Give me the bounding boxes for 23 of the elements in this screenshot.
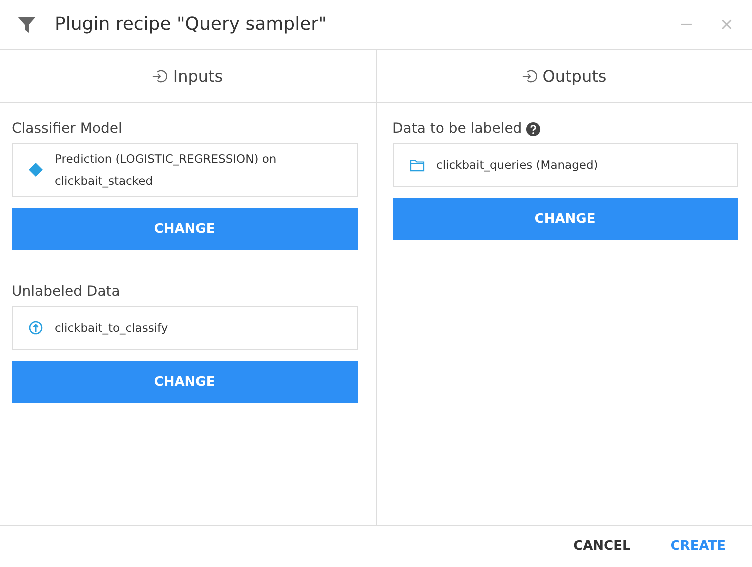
dataset-name: Prediction (LOGISTIC_REGRESSION) on clickbait_stacked [55,151,278,190]
folder-icon [410,158,424,172]
model-icon [29,163,43,177]
help-icon[interactable] [526,122,542,136]
role-label: Classifier Model [12,121,122,137]
minimize-button[interactable]: − [676,14,698,34]
cancel-button[interactable]: CANCEL [568,538,637,555]
dataset-name: clickbait_to_classify [55,320,168,337]
role-label: Unlabeled Data [12,284,120,300]
upload-icon [29,321,43,335]
change-button[interactable]: CHANGE [392,198,738,240]
window-title: Plugin recipe "Query sampler" [55,14,328,35]
column-heading: Inputs [173,66,224,86]
enter-icon [522,68,537,84]
change-button[interactable]: CHANGE [12,208,358,250]
close-button[interactable]: × [716,14,738,34]
filter-icon [17,14,37,34]
enter-icon [152,68,168,84]
dataset-name: clickbait_queries (Managed) [436,157,598,174]
change-button[interactable]: CHANGE [12,361,358,403]
role-label: Data to be labeled [392,121,522,137]
column-heading: Outputs [542,66,607,86]
create-button[interactable]: CREATE [664,538,732,555]
